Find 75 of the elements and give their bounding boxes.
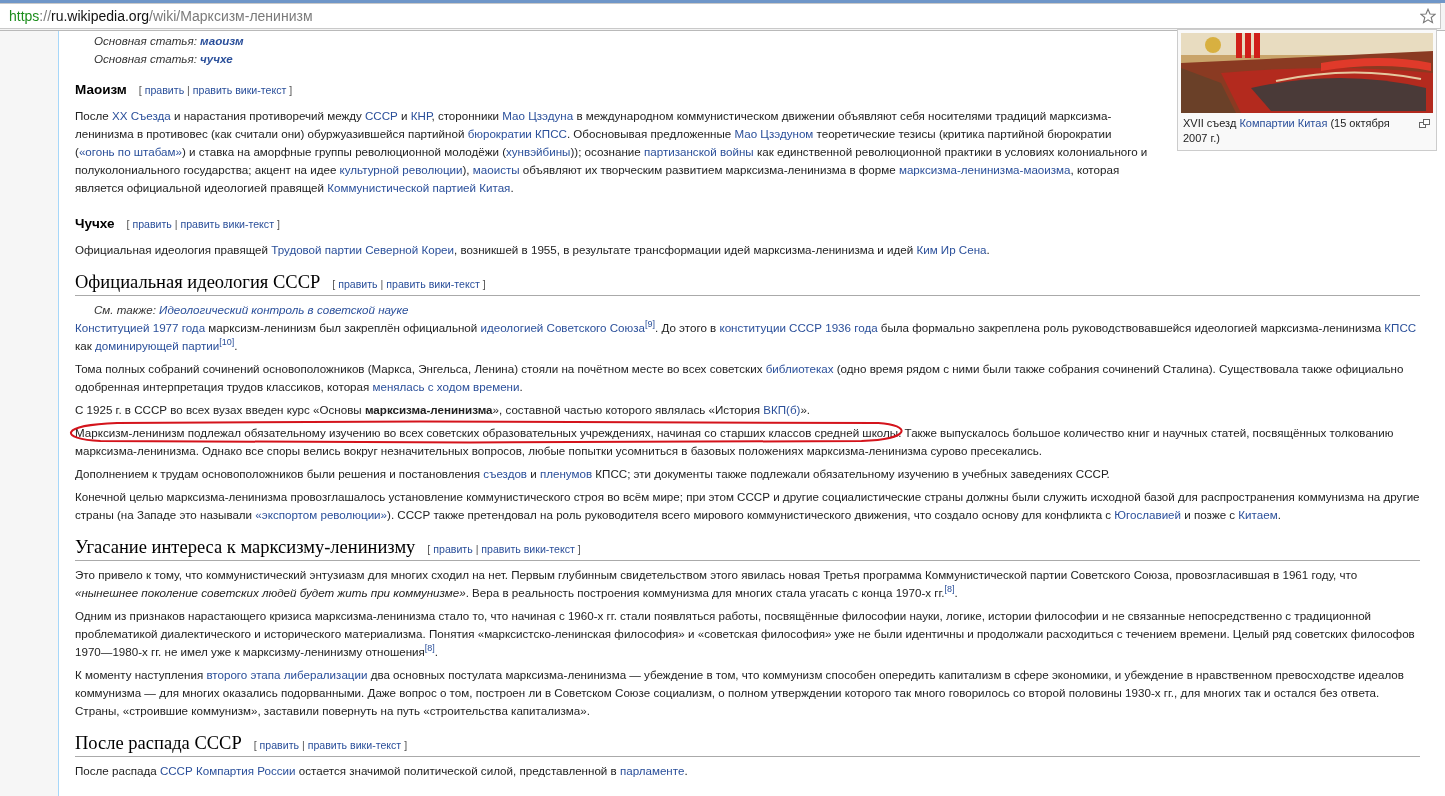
paragraph: Дополнением к трудам основоположников были решения и постановления съездов и пленумов КПСС; эти документы также подлежали обязательному изучению в учебных заведениях СССР. (75, 466, 1111, 482)
link[interactable]: править (433, 543, 473, 555)
link[interactable]: библиотеках (765, 362, 834, 375)
link[interactable]: править (259, 739, 300, 751)
link[interactable]: Идеологический контроль в советской науке (159, 303, 409, 316)
link[interactable]: править (338, 278, 378, 290)
hatnote: Основная статья: маоизм (93, 33, 245, 49)
enlarge-icon[interactable] (1419, 119, 1430, 128)
link[interactable]: «огонь по штабам» (78, 145, 182, 158)
edit-links: [ править | править вики-текст ] (138, 83, 293, 98)
link[interactable]: конституции СССР 1936 года (719, 321, 878, 334)
link[interactable]: бюрократии КПСС (467, 127, 567, 140)
link[interactable]: доминирующей партии (95, 339, 220, 352)
edit-links: [ править | править вики-текст ] (126, 217, 280, 232)
link[interactable]: Мао Цзэдуном (734, 127, 814, 140)
section-heading: После распада СССР (75, 732, 242, 755)
link[interactable]: «экспортом революции» (255, 508, 388, 521)
link[interactable]: Ким Ир Сена (916, 243, 987, 256)
link[interactable]: пленумов (539, 467, 593, 480)
link[interactable]: ВКП(б) (763, 403, 801, 416)
link[interactable]: Югославией (1114, 508, 1182, 521)
footnote-link[interactable]: [10] (219, 337, 235, 348)
link[interactable]: Конституцией 1977 года (75, 321, 206, 334)
section-heading: Маоизм (75, 81, 127, 99)
url-text: https://ru.wikipedia.org/wiki/Марксизм-ленинизм (9, 8, 313, 24)
footnote-link[interactable]: [9] (645, 319, 656, 330)
section-heading: Чучхе (75, 215, 115, 233)
link[interactable]: Мао Цзэдуна (502, 109, 574, 122)
link[interactable]: править вики-текст (307, 739, 402, 751)
edit-links: [ править | править вики-текст ] (332, 277, 486, 292)
link[interactable]: культурной революции (339, 163, 463, 176)
link[interactable]: править (144, 84, 185, 96)
bookmark-star-icon[interactable] (1420, 8, 1436, 24)
paragraph: Это привело к тому, что коммунистический энтузиазм для многих сходил на нет. Первым глубинным свидетельством этого явилась новая Третья программа Коммунистической партии Советского Союза, провозгласившая в 1961 году, что «нынешнее поколение советских людей будет жить при коммунизме». Вера в реальность построения коммунизма для многих стала угасать с конца 1970-х гг.$^{[8]}$. (75, 567, 1359, 601)
link[interactable]: править вики-текст (481, 543, 575, 555)
hatnote: Основная статья: чучхе (93, 51, 234, 67)
link[interactable]: идеологией Советского Союза (480, 321, 645, 334)
paragraph: После XX Съезда и нарастания противоречий между СССР и КНР, сторонники Мао Цзэдуна в международном коммунистическом движении объявляют себя носителями традиций марксизма-ленинизма в противовес (как считали они) обуржуазившейся партийной бюрократии КПСС. Обосновывая предложенные Мао Цзэдуном теоретические тезисы (критика партийной бюрократии («огонь по штабам») и ставка на аморфные группы революционной молодёжи (хунвэйбины)); осознание партизанской войны как единственной революционной практики в условиях колониального и полуколониального государства; акцент на идее культурной революции), маоисты объявляют их творческим развитием марксизма-ленинизма в форме марксизма-ленинизма-маоизма, которая является официальной идеологией правящей Коммунистической партией Китая. (75, 108, 1149, 196)
link[interactable]: СССР (159, 764, 193, 777)
link[interactable]: маоизм (200, 34, 244, 47)
edit-links: [ править | править вики-текст ] (427, 542, 581, 557)
link[interactable]: марксизма-ленинизма-маоизма (898, 163, 1071, 176)
link[interactable]: Китаем (1238, 508, 1278, 521)
link[interactable]: править вики-текст (386, 278, 480, 290)
link[interactable]: второго этапа либерализации (206, 668, 368, 681)
link[interactable]: партизанской войны (644, 145, 754, 158)
link[interactable]: КПСС (1384, 321, 1417, 334)
link[interactable]: править (132, 218, 172, 230)
link[interactable]: СССР (365, 109, 398, 122)
paragraph: Одним из признаков нарастающего кризиса марксизма-ленинизма стало то, что начиная с 1960-х гг. стали появляться работы, посвящённые философии науки, логике, истории философии и не связанные непосредственно с традиционной проблематикой диалектического и исторического материализма. Понятия «марксистско-ленинская философия» и «советская философия» уже не были идентичны и продолжали расходиться с течением времени. Целый ряд советских философов 1970—1980-х гг. не имел уже к марксизму-ленинизму отношения$^{[8]}$. (75, 608, 1416, 660)
section-heading: Угасание интереса к марксизму-ленинизму (75, 536, 416, 559)
paragraph: С 1925 г. в СССР во всех вузах введен курс «Основы марксизма-ленинизма», составной частью которого являлась «История ВКП(б)». (75, 402, 812, 418)
link[interactable]: чучхе (200, 52, 233, 65)
link[interactable]: Компартия России (195, 764, 296, 777)
link[interactable]: править вики-текст (180, 218, 275, 230)
footnote-link[interactable]: [8] (424, 643, 435, 654)
link[interactable]: съездов (483, 467, 527, 480)
paragraph: Конечной целью марксизма-ленинизма провозглашалось установление коммунистического строя во всём мире; при этом СССР и другие социалистические страны должны были служить исходной базой для распространения коммунизма на другие страны (на Западе это называли «экспортом революции»). СССР также претендовал на роль руководителя всего мирового коммунистического движения, что создало основу для конфликта с Югославией и позже с Китаем. (75, 489, 1420, 523)
image-caption: XVII съезд Компартии Китая (15 октября 2007 г.) (1181, 113, 1433, 147)
paragraph: К моменту наступления второго этапа либерализации два основных постулата марксизма-ленинизма — убеждение в том, что коммунизм способен опередить капитализм в сфере экономики, и убеждение в нравственном превосходстве идеалов коммунизма — для многих оказались подорванными. Даже вопрос о том, построен ли в Советском Союзе социализм, о полном утверждении которого так много говорилось со второй половины 1930-х гг., для многих так и остался без ответа. Страны, «строившие коммунизм», заставили повернуть на путь «строительства капитализма». (75, 667, 1405, 719)
address-field[interactable]: https://ru.wikipedia.org/wiki/Марксизм-ленинизм (0, 3, 1441, 29)
link[interactable]: XX Съезда (112, 109, 171, 122)
link[interactable]: КНР (410, 109, 432, 122)
footnote-link[interactable]: [8] (944, 584, 955, 595)
paragraph: Официальная идеология правящей Трудовой партии Северной Кореи, возникшей в 1955, в результате трансформации идей марксизма-ленинизма и идей Ким Ир Сена. (75, 242, 991, 258)
paragraph: После распада СССР Компартия России остается значимой политической силой, представленной в парламенте. (75, 763, 689, 779)
hatnote: См. также: Идеологический контроль в советской науке (93, 302, 410, 318)
link[interactable]: Компартии Китая (1239, 117, 1328, 129)
section-heading: Официальная идеология СССР (75, 271, 321, 294)
link[interactable]: маоисты (472, 163, 520, 176)
link[interactable]: хунвэйбины (506, 145, 571, 158)
paragraph: Тома полных собраний сочинений основоположников (Маркса, Энгельса, Ленина) стояли на почётном месте во всех советских библиотеках (одно время рядом с ними были также собрания сочинений Сталина). Существовала также официально одобренная интерпретация трудов классиков, которая менялась с ходом времени. (75, 361, 1405, 395)
paragraph: Конституцией 1977 года марксизм-ленинизм был закреплён официальной идеологией Советского Союза$^{[9]}$. До этого в конституции СССР 1936 года была формально закреплена роль руководствовавшейся идеологией марксизма-ленинизма КПСС как доминирующей партии$^{[10]}$. (75, 319, 1418, 354)
link[interactable]: править вики-текст (192, 84, 287, 96)
edit-links: [ править | править вики-текст ] (253, 738, 408, 753)
